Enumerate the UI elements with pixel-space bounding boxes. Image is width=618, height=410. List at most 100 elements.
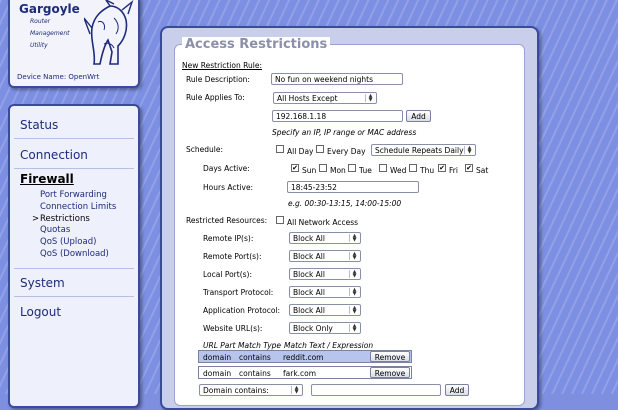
nav-logout[interactable]: Logout — [20, 305, 61, 319]
nav-connection[interactable]: Connection — [20, 148, 88, 162]
table-row[interactable]: domain contains fark.com Remove — [198, 366, 412, 379]
col-match-type: Match Type — [238, 341, 282, 350]
day-tue-label: Tue — [359, 166, 372, 175]
day-fri-checkbox[interactable]: ✔ — [438, 164, 446, 172]
resource-label: Application Protocol: — [203, 306, 281, 315]
all-day-checkbox[interactable] — [276, 145, 284, 153]
nav-divider — [14, 268, 134, 269]
all-network-checkbox[interactable] — [276, 216, 284, 224]
gargoyle-logo-icon — [84, 0, 134, 65]
restricted-resources-label: Restricted Resources: — [186, 216, 268, 225]
every-day-checkbox[interactable] — [316, 145, 324, 153]
day-mon-label: Mon — [330, 166, 346, 175]
nav-divider — [14, 168, 134, 169]
logo-panel: Gargoyle Router Management Utility Devic… — [8, 0, 140, 88]
chevron-down-icon: ▲ ▼ — [349, 288, 359, 297]
day-mon-checkbox[interactable] — [319, 164, 327, 172]
resource-select-value: Block All — [293, 270, 325, 279]
url-text-cell: fark.com — [283, 369, 317, 378]
url-part-cell: domain — [203, 369, 232, 378]
all-network-label: All Network Access — [287, 218, 359, 227]
resource-select-value: Block All — [293, 234, 325, 243]
nav-system[interactable]: System — [20, 276, 65, 290]
rule-description-input[interactable]: No fun on weekend nights — [271, 73, 403, 85]
chevron-down-icon: ▲ ▼ — [464, 146, 474, 155]
rule-applies-value: All Hosts Except — [277, 94, 338, 103]
day-thu-checkbox[interactable] — [409, 164, 417, 172]
resource-select[interactable]: Block All ▲ ▼ — [289, 232, 361, 244]
resource-label: Website URL(s): — [203, 324, 263, 333]
nav-quotas[interactable]: Quotas — [40, 225, 70, 235]
day-sat-checkbox[interactable]: ✔ — [465, 164, 473, 172]
ip-hint: Specify an IP, IP range or MAC address — [272, 128, 417, 137]
day-fri-label: Fri — [449, 166, 458, 175]
sidebar-nav: Status Connection Firewall Port Forwardi… — [8, 104, 140, 408]
schedule-label: Schedule: — [186, 145, 223, 154]
resource-label: Remote IP(s): — [203, 234, 254, 243]
resource-select[interactable]: Block Only ▲ ▼ — [289, 322, 361, 334]
new-url-input[interactable] — [311, 384, 441, 396]
new-url-type-select[interactable]: Domain contains: ▲ ▼ — [199, 384, 303, 396]
schedule-repeat-select[interactable]: Schedule Repeats Daily ▲ ▼ — [371, 144, 476, 156]
new-rule-heading: New Restriction Rule: — [182, 61, 262, 70]
nav-firewall[interactable]: Firewall — [20, 172, 74, 186]
table-row[interactable]: domain contains reddit.com Remove — [198, 350, 412, 363]
day-tue-checkbox[interactable] — [348, 164, 356, 172]
resource-select[interactable]: Block All ▲ ▼ — [289, 286, 361, 298]
rule-description-label: Rule Description: — [186, 75, 250, 84]
brand-title: Gargoyle — [19, 2, 80, 16]
url-part-cell: domain — [203, 353, 232, 362]
resource-label: Transport Protocol: — [203, 288, 274, 297]
day-wed-checkbox[interactable] — [379, 164, 387, 172]
all-day-label: All Day — [287, 147, 314, 156]
device-name: Device Name: OpenWrt — [17, 73, 100, 81]
day-wed-label: Wed — [390, 166, 407, 175]
chevron-down-icon: ▲ ▼ — [365, 94, 375, 103]
brand-sub-utility: Utility — [30, 42, 48, 49]
days-active-label: Days Active: — [203, 164, 250, 173]
add-url-button[interactable]: Add — [445, 384, 469, 396]
resource-select-value: Block All — [293, 252, 325, 261]
chevron-down-icon: ▲ ▼ — [291, 386, 301, 395]
chevron-down-icon: ▲ ▼ — [349, 234, 359, 243]
rule-applies-select[interactable]: All Hosts Except ▲ ▼ — [273, 92, 377, 104]
col-url-part: URL Part — [203, 341, 236, 350]
nav-divider — [14, 138, 134, 139]
resource-select-value: Block All — [293, 288, 325, 297]
nav-restrictions[interactable]: Restrictions — [40, 214, 90, 224]
chevron-down-icon: ▲ ▼ — [349, 252, 359, 261]
add-ip-button[interactable]: Add — [406, 110, 431, 122]
brand-sub-router: Router — [30, 18, 51, 25]
col-match-text: Match Text / Expression — [284, 341, 374, 350]
day-sat-label: Sat — [476, 166, 489, 175]
resource-select[interactable]: Block All ▲ ▼ — [289, 268, 361, 280]
day-sun-label: Sun — [302, 166, 317, 175]
url-text-cell: reddit.com — [283, 353, 324, 362]
resource-select[interactable]: Block All ▲ ▼ — [289, 250, 361, 262]
nav-status[interactable]: Status — [20, 118, 58, 132]
nav-port-forwarding[interactable]: Port Forwarding — [40, 190, 107, 200]
page-title: Access Restrictions — [182, 37, 331, 52]
day-thu-label: Thu — [420, 166, 435, 175]
url-match-cell: contains — [239, 369, 271, 378]
brand-sub-management: Management — [30, 30, 70, 37]
remove-url-button[interactable]: Remove — [370, 367, 410, 378]
chevron-down-icon: ▲ ▼ — [349, 324, 359, 333]
hours-hint: e.g. 00:30-13:15, 14:00-15:00 — [288, 199, 402, 208]
resource-label: Remote Port(s): — [203, 252, 262, 261]
nav-qos-download[interactable]: QoS (Download) — [40, 249, 109, 259]
rule-applies-label: Rule Applies To: — [186, 93, 245, 102]
resource-label: Local Port(s): — [203, 270, 252, 279]
chevron-down-icon: ▲ ▼ — [349, 306, 359, 315]
nav-divider — [14, 296, 134, 297]
resource-select[interactable]: Block All ▲ ▼ — [289, 304, 361, 316]
nav-connection-limits[interactable]: Connection Limits — [40, 202, 116, 212]
hours-active-label: Hours Active: — [203, 183, 254, 192]
schedule-repeat-value: Schedule Repeats Daily — [375, 146, 464, 155]
remove-url-button[interactable]: Remove — [370, 351, 410, 362]
ip-address-input[interactable]: 192.168.1.18 — [272, 110, 403, 122]
nav-qos-upload[interactable]: QoS (Upload) — [40, 237, 96, 247]
day-sun-checkbox[interactable]: ✔ — [291, 164, 299, 172]
hours-active-input[interactable]: 18:45-23:52 — [287, 181, 419, 193]
every-day-label: Every Day — [327, 147, 366, 156]
